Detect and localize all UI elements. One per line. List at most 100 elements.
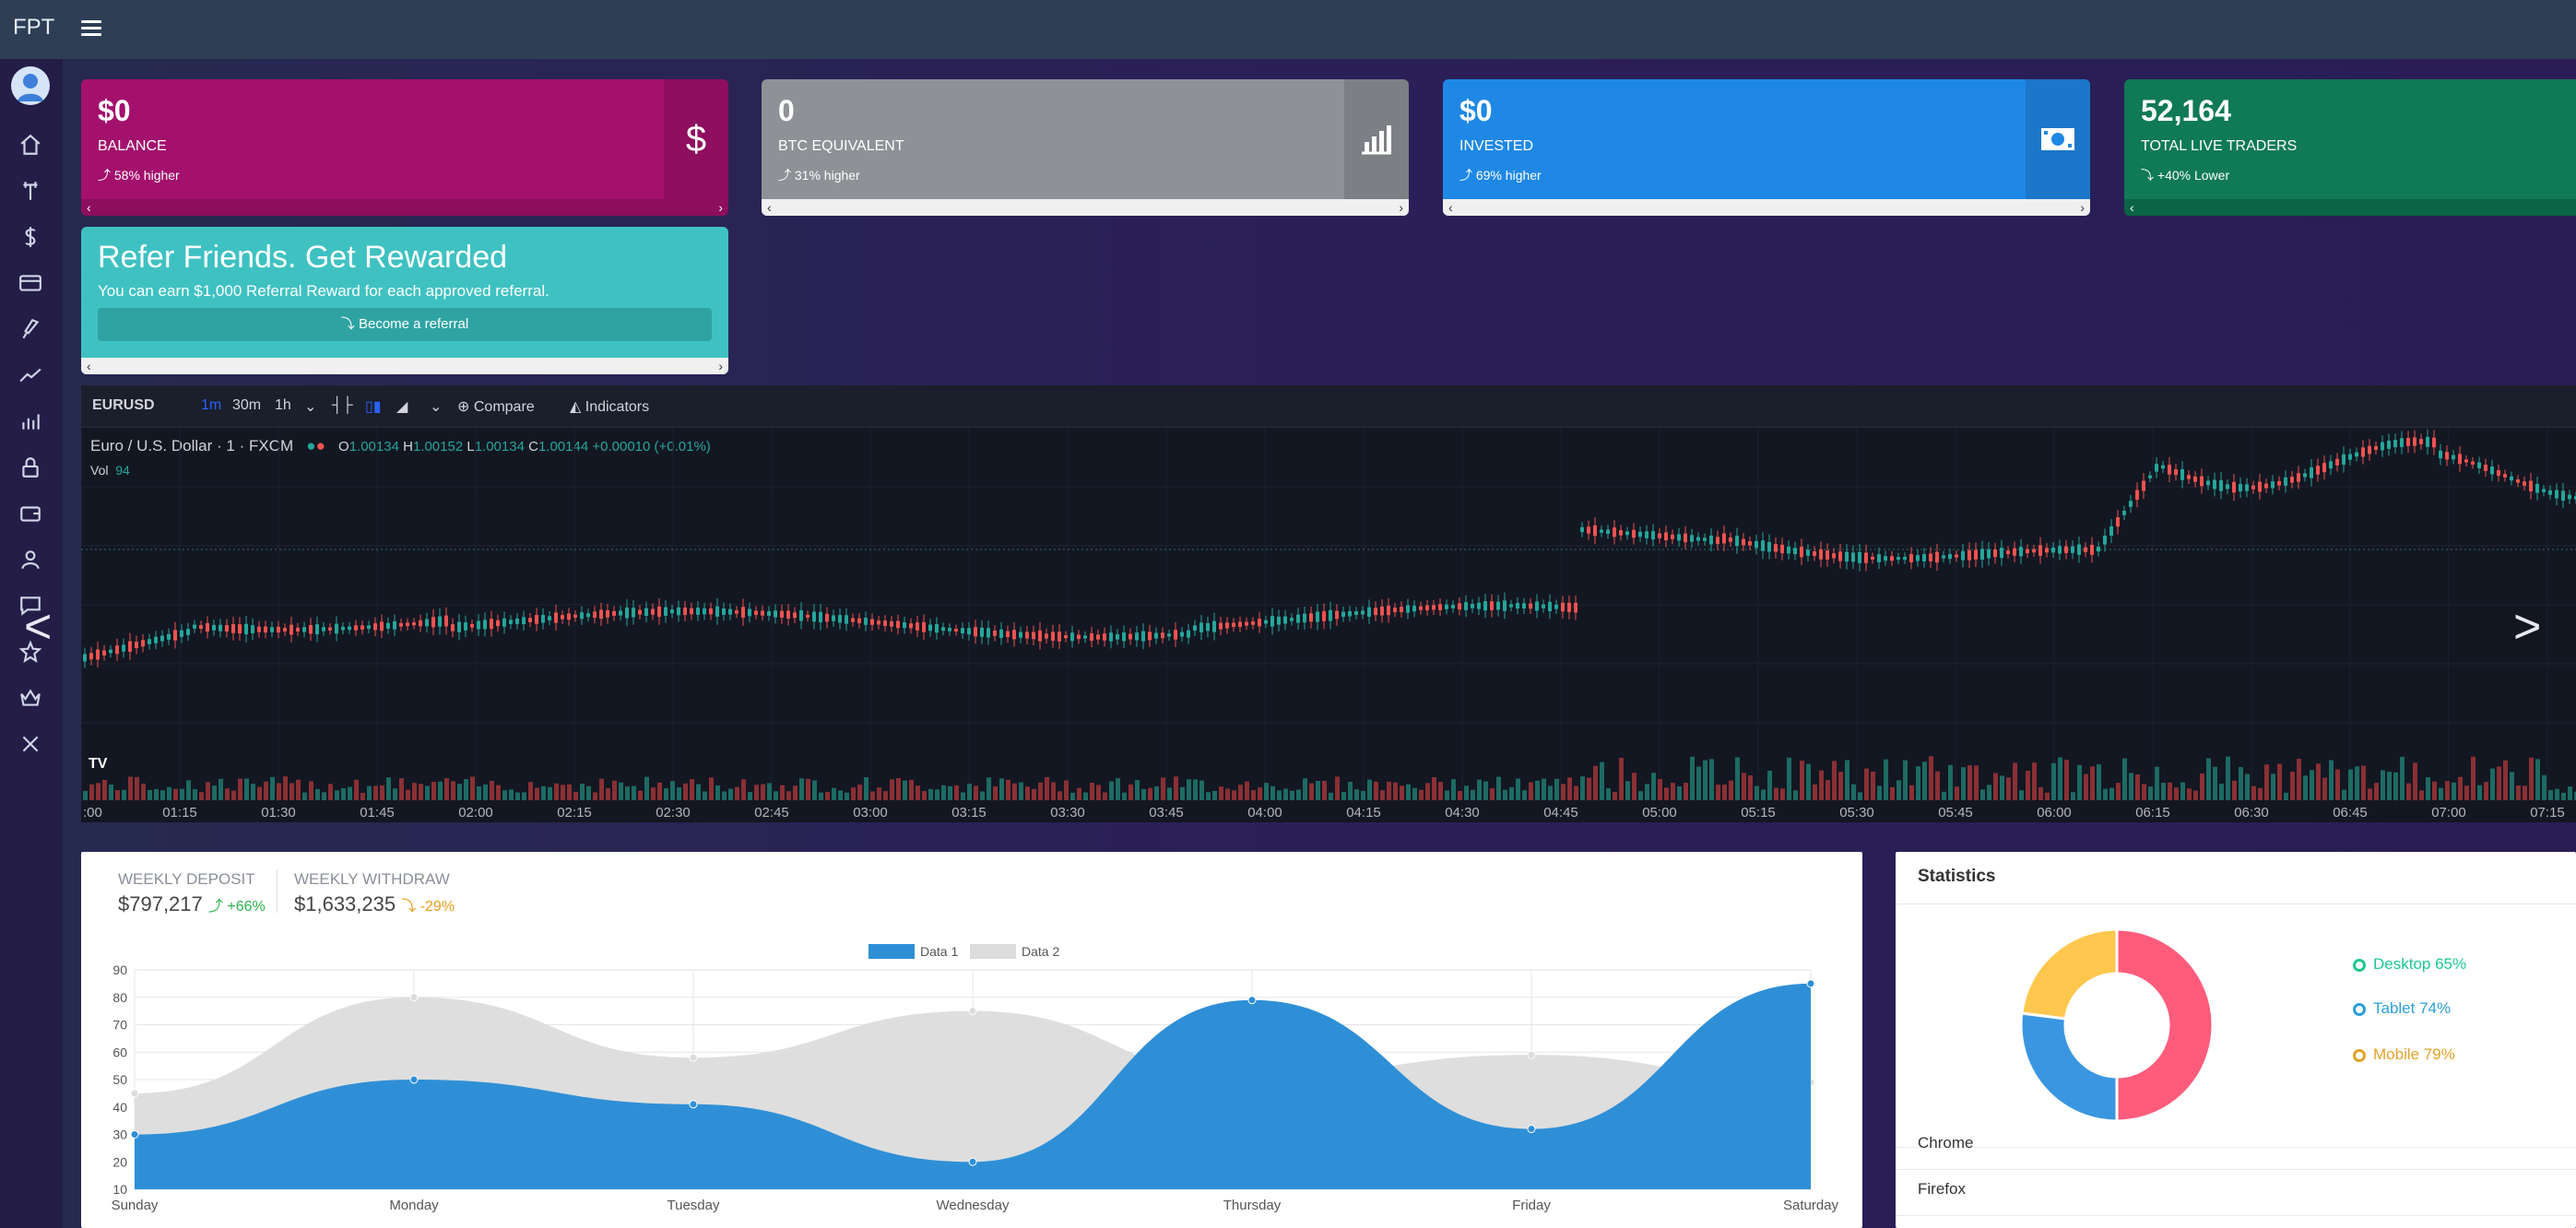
volume-bar bbox=[393, 788, 397, 800]
wallet-icon[interactable] bbox=[18, 502, 42, 525]
candle bbox=[180, 630, 183, 637]
volume-bar bbox=[832, 787, 836, 800]
series-point bbox=[968, 1157, 977, 1166]
dollar-icon[interactable] bbox=[18, 225, 42, 249]
volume-bar bbox=[1793, 790, 1798, 800]
candle bbox=[515, 618, 519, 624]
candle bbox=[1090, 632, 1093, 642]
candle bbox=[2148, 475, 2152, 478]
series-point bbox=[409, 993, 419, 1002]
style-dropdown-icon[interactable]: ⌄ bbox=[430, 397, 442, 416]
tradingview-logo[interactable]: TV bbox=[89, 756, 108, 773]
horizontal-scrollbar[interactable]: ‹ › bbox=[1443, 199, 2090, 216]
time-axis-label: 01:45 bbox=[360, 805, 395, 821]
candle bbox=[774, 610, 777, 618]
time-axis-label: 03:00 bbox=[853, 805, 888, 821]
candle bbox=[1361, 610, 1365, 615]
candle bbox=[2277, 480, 2281, 486]
trend-line-icon[interactable] bbox=[18, 363, 42, 387]
volume-bar bbox=[625, 786, 630, 800]
lock-icon[interactable] bbox=[18, 455, 42, 479]
volume-bar bbox=[1922, 762, 1927, 800]
volume-bar bbox=[206, 782, 210, 800]
candle bbox=[2555, 490, 2558, 499]
antenna-icon[interactable] bbox=[18, 179, 42, 203]
credit-card-icon[interactable] bbox=[18, 271, 42, 295]
interval-dropdown-icon[interactable]: ⌄ bbox=[304, 397, 316, 416]
horizontal-scrollbar[interactable]: ‹ › bbox=[762, 199, 1409, 216]
time-axis-label: 07:15 bbox=[2530, 805, 2565, 821]
candle bbox=[612, 610, 616, 616]
close-icon[interactable] bbox=[18, 732, 42, 756]
time-axis-label: 04:45 bbox=[1543, 805, 1578, 821]
horizontal-scrollbar[interactable]: ‹ › bbox=[81, 358, 728, 374]
horizontal-scrollbar[interactable]: ‹ › bbox=[81, 199, 728, 216]
interval-1m[interactable]: 1m bbox=[201, 397, 221, 414]
volume-bar bbox=[1193, 779, 1198, 800]
candle bbox=[2335, 458, 2339, 466]
volume-bar bbox=[1354, 789, 1359, 800]
volume-bar bbox=[1780, 788, 1785, 800]
candle bbox=[799, 609, 803, 621]
rocket-icon[interactable] bbox=[18, 317, 42, 341]
bar-chart-icon[interactable] bbox=[18, 409, 42, 433]
candle bbox=[1658, 533, 1661, 538]
candle bbox=[1438, 604, 1442, 610]
volume-bar bbox=[2103, 788, 2108, 800]
series-point bbox=[1806, 979, 1815, 988]
legend-mobile: Mobile 79% bbox=[2353, 1045, 2455, 1064]
interval-30m[interactable]: 30m bbox=[232, 397, 261, 414]
donut-slice-mobile bbox=[2020, 927, 2119, 1021]
indicators-button[interactable]: ◭ Indicators bbox=[570, 397, 649, 416]
volume-bar bbox=[612, 780, 617, 800]
candle bbox=[1884, 556, 1887, 561]
compare-button[interactable]: ⊕ Compare bbox=[457, 397, 535, 416]
slider-next-arrow[interactable]: > bbox=[2513, 599, 2541, 655]
area-style-icon[interactable]: ◢ bbox=[396, 397, 408, 416]
candle bbox=[761, 610, 764, 616]
become-referral-button[interactable]: ⤵ Become a referral bbox=[98, 308, 712, 341]
volume-bar bbox=[2348, 769, 2353, 800]
volume-bar bbox=[2084, 773, 2088, 800]
candle bbox=[1348, 610, 1352, 617]
menu-toggle-icon[interactable] bbox=[81, 20, 101, 37]
browser-firefox[interactable]: Firefox bbox=[1918, 1180, 1966, 1198]
volume-bar bbox=[657, 782, 662, 800]
candle bbox=[935, 623, 939, 633]
volume-bar bbox=[2497, 766, 2501, 800]
candle bbox=[464, 622, 467, 631]
interval-1h[interactable]: 1h bbox=[275, 397, 291, 414]
candle bbox=[1167, 633, 1171, 637]
volume-bar bbox=[1722, 785, 1727, 800]
candle bbox=[373, 623, 377, 631]
user-icon[interactable] bbox=[18, 548, 42, 572]
candles-style-icon[interactable]: ▯▮ bbox=[365, 397, 382, 416]
avatar[interactable] bbox=[11, 66, 50, 105]
candle bbox=[1606, 529, 1610, 535]
candle bbox=[315, 624, 319, 635]
slider-prev-arrow[interactable]: < bbox=[24, 599, 52, 655]
btc-card: 0 BTC EQUIVALENT ⤴ 31% higher ‹ › bbox=[762, 79, 1409, 216]
brand-logo[interactable]: FPT bbox=[13, 15, 54, 41]
trading-chart[interactable]: EURUSD 1m 30m 1h ⌄ ┤├ ▯▮ ◢ ⌄ ⊕ Compare ◭… bbox=[81, 385, 2576, 822]
candlestick-plot[interactable]: :00 01:15 01:30 01:45 02:00 02:15 02:30 02:45 03… bbox=[81, 428, 2576, 822]
candle bbox=[1826, 550, 1829, 560]
candle bbox=[954, 628, 958, 632]
bars-style-icon[interactable]: ┤├ bbox=[332, 397, 353, 414]
symbol-selector[interactable]: EURUSD bbox=[92, 397, 155, 414]
home-icon[interactable] bbox=[18, 133, 42, 157]
volume-bar bbox=[2464, 785, 2469, 800]
candle bbox=[1141, 631, 1145, 642]
candle bbox=[657, 606, 661, 618]
crown-icon[interactable] bbox=[18, 686, 42, 710]
candle bbox=[328, 627, 332, 631]
horizontal-scrollbar[interactable]: ‹ bbox=[2124, 199, 2576, 216]
browser-chrome[interactable]: Chrome bbox=[1918, 1134, 1973, 1152]
volume-bar bbox=[1955, 786, 1959, 800]
candle bbox=[393, 620, 396, 630]
candle bbox=[1232, 622, 1235, 628]
candle bbox=[2516, 479, 2520, 483]
volume-bar bbox=[1619, 757, 1624, 800]
volume-bar bbox=[580, 784, 585, 800]
candle bbox=[2464, 459, 2468, 463]
